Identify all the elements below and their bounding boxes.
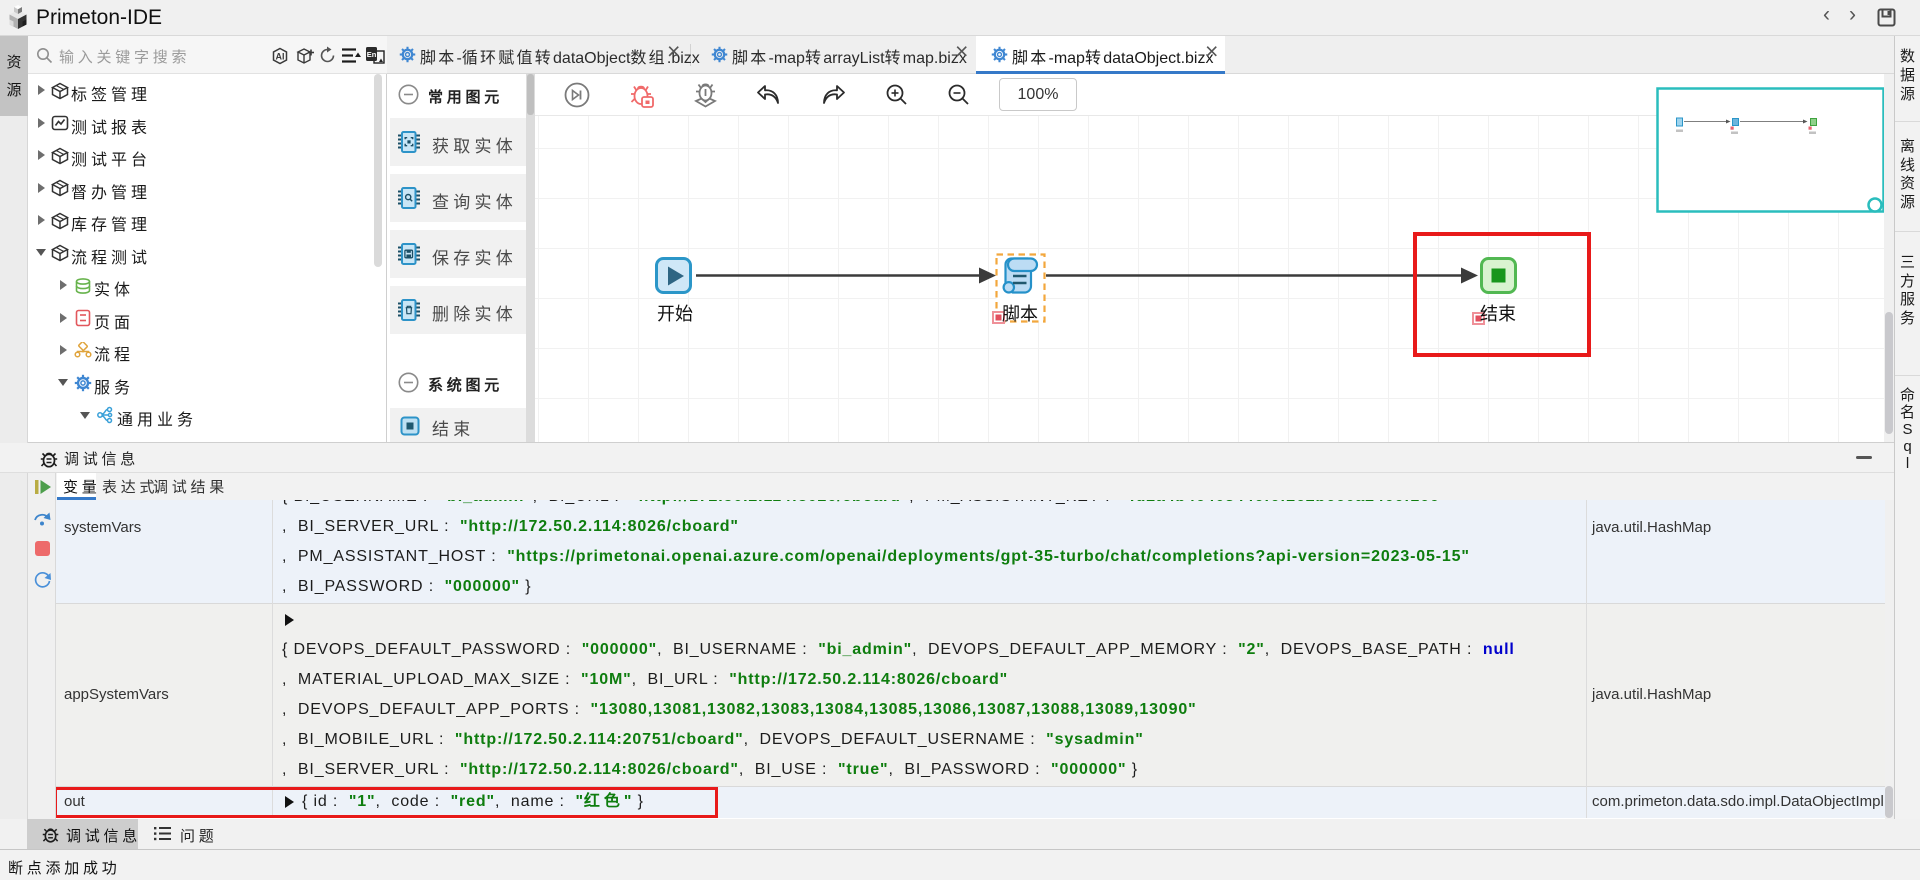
svg-text:En: En bbox=[367, 50, 377, 59]
svg-text:AI: AI bbox=[276, 52, 285, 62]
